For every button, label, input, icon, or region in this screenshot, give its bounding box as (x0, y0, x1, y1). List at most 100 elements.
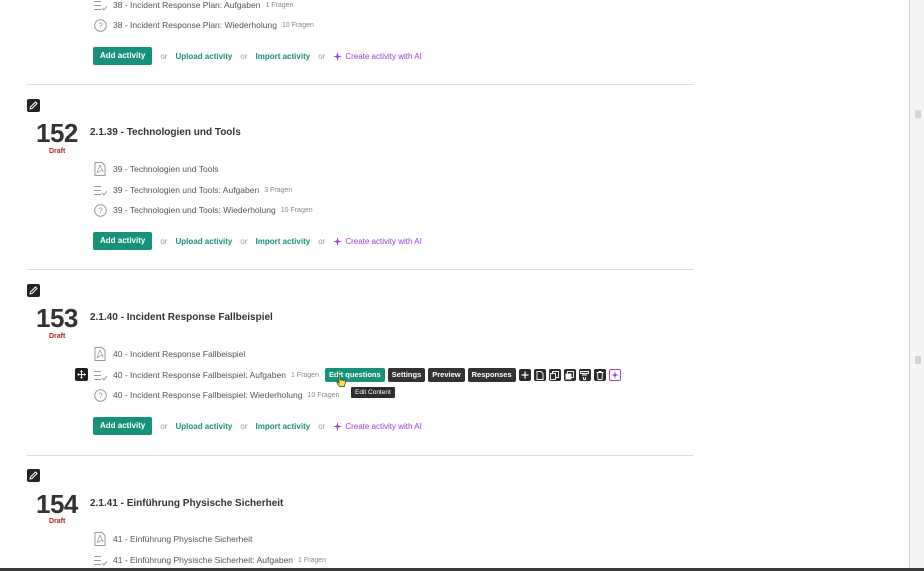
import-activity-link[interactable]: Import activity (256, 52, 311, 61)
or-text: or (160, 51, 168, 61)
edit-questions-button[interactable]: Edit questions (325, 368, 385, 382)
scrollbar[interactable] (910, 0, 924, 571)
trash-icon[interactable] (593, 369, 606, 381)
activity-label[interactable]: 41 - Einführung Physische Sicherheit (113, 534, 252, 544)
edit-section-icon[interactable] (27, 284, 40, 297)
activity-row[interactable]: ? 38 - Incident Response Plan: Wiederhol… (93, 18, 314, 32)
section-title[interactable]: 2.1.40 - Incident Response Fallbeispiel (90, 312, 273, 323)
filter-icon[interactable] (578, 369, 591, 381)
section-divider (27, 84, 694, 85)
activity-meta: 3 Fragen (264, 186, 293, 194)
activity-label[interactable]: 39 - Technologien und Tools: Wiederholun… (113, 205, 276, 215)
add-activity-button[interactable]: Add activity (93, 417, 153, 435)
create-ai-link[interactable]: Create activity with AI (333, 51, 422, 61)
activity-meta: 1 Fragen (298, 556, 327, 564)
pdf-icon (93, 347, 107, 361)
activity-row[interactable]: 40 - Incident Response Fallbeispiel (93, 347, 245, 361)
or-text: or (160, 421, 168, 431)
svg-text:?: ? (98, 391, 103, 400)
activity-label[interactable]: 38 - Incident Response Plan: Aufgaben (113, 0, 260, 10)
pdf-icon (93, 162, 107, 176)
create-ai-label[interactable]: Create activity with AI (345, 237, 421, 246)
activity-row[interactable]: 41 - Einführung Physische Sicherheit: Au… (93, 553, 326, 567)
activity-label[interactable]: 40 - Incident Response Fallbeispiel (113, 349, 245, 359)
checklist-icon (93, 183, 107, 197)
status-badge: Draft (49, 333, 66, 340)
plus-icon[interactable] (518, 369, 531, 381)
section-number: 152 (36, 118, 78, 148)
create-ai-link[interactable]: Create activity with AI (333, 236, 422, 246)
activity-meta: 1 Fragen (265, 1, 294, 9)
section-title[interactable]: 2.1.39 - Technologien und Tools (90, 127, 241, 138)
drag-handle-icon[interactable] (75, 368, 88, 381)
file-icon[interactable] (533, 369, 546, 381)
tooltip: Edit Content (351, 387, 395, 398)
activity-row[interactable]: 39 - Technologien und Tools (93, 162, 219, 176)
or-text: or (318, 51, 326, 61)
activity-row-hovered[interactable]: 40 - Incident Response Fallbeispiel: Auf… (93, 368, 319, 382)
sparkle-icon (333, 421, 343, 431)
or-text: or (240, 421, 248, 431)
question-icon: ? (93, 18, 107, 32)
activity-meta: 10 Fragen (307, 391, 340, 399)
activity-label[interactable]: 40 - Incident Response Fallbeispiel: Wie… (113, 390, 302, 400)
add-activity-button[interactable]: Add activity (93, 47, 153, 65)
activity-label[interactable]: 41 - Einführung Physische Sicherheit: Au… (113, 555, 293, 565)
status-badge: Draft (49, 148, 66, 155)
activity-row[interactable]: 39 - Technologien und Tools: Aufgaben 3 … (93, 183, 292, 197)
section-divider (27, 269, 694, 270)
activity-row[interactable]: 41 - Einführung Physische Sicherheit (93, 532, 252, 546)
create-ai-label[interactable]: Create activity with AI (345, 52, 421, 61)
activity-row[interactable]: ? 39 - Technologien und Tools: Wiederhol… (93, 203, 313, 217)
pdf-icon (93, 532, 107, 546)
create-ai-label[interactable]: Create activity with AI (345, 422, 421, 431)
status-badge: Draft (49, 518, 66, 525)
section-title[interactable]: 2.1.41 - Einführung Physische Sicherheit (90, 498, 283, 509)
add-activity-row: Add activity or Upload activity or Impor… (93, 417, 422, 435)
duplicate-icon[interactable] (563, 369, 576, 381)
settings-button[interactable]: Settings (387, 368, 426, 382)
copy-icon[interactable] (548, 369, 561, 381)
svg-text:?: ? (98, 21, 103, 30)
section-number: 154 (36, 489, 78, 519)
activity-meta: 1 Fragen (290, 371, 319, 379)
activity-label[interactable]: 40 - Incident Response Fallbeispiel: Auf… (113, 370, 286, 380)
activity-label[interactable]: 39 - Technologien und Tools (113, 164, 219, 174)
preview-button[interactable]: Preview (428, 368, 465, 382)
edit-section-icon[interactable] (27, 99, 40, 112)
sparkle-icon (333, 51, 343, 61)
svg-text:?: ? (98, 206, 103, 215)
activity-meta: 10 Fragen (281, 21, 314, 29)
or-text: or (318, 421, 326, 431)
add-activity-row: Add activity or Upload activity or Impor… (93, 232, 422, 250)
checklist-icon (93, 368, 107, 382)
activity-meta: 10 Fragen (280, 206, 313, 214)
responses-button[interactable]: Responses (467, 368, 516, 382)
import-activity-link[interactable]: Import activity (256, 237, 311, 246)
activity-label[interactable]: 38 - Incident Response Plan: Wiederholun… (113, 20, 277, 30)
ai-sparkle-icon[interactable] (608, 369, 621, 381)
section-divider (27, 455, 694, 456)
add-activity-row: Add activity or Upload activity or Impor… (93, 47, 422, 65)
question-icon: ? (93, 388, 107, 402)
checklist-icon (93, 0, 107, 12)
upload-activity-link[interactable]: Upload activity (175, 237, 232, 246)
activity-label[interactable]: 39 - Technologien und Tools: Aufgaben (113, 185, 259, 195)
sparkle-icon (333, 236, 343, 246)
section-number: 153 (36, 303, 78, 333)
question-icon: ? (93, 203, 107, 217)
scroll-marker (915, 356, 921, 364)
import-activity-link[interactable]: Import activity (256, 422, 311, 431)
checklist-icon (93, 553, 107, 567)
or-text: or (240, 51, 248, 61)
activity-row[interactable]: ? 40 - Incident Response Fallbeispiel: W… (93, 388, 339, 402)
scroll-marker (915, 110, 921, 118)
create-ai-link[interactable]: Create activity with AI (333, 421, 422, 431)
upload-activity-link[interactable]: Upload activity (175, 52, 232, 61)
upload-activity-link[interactable]: Upload activity (175, 422, 232, 431)
add-activity-button[interactable]: Add activity (93, 232, 153, 250)
activity-row[interactable]: 38 - Incident Response Plan: Aufgaben 1 … (93, 0, 293, 12)
or-text: or (318, 236, 326, 246)
or-text: or (240, 236, 248, 246)
edit-section-icon[interactable] (27, 469, 40, 482)
